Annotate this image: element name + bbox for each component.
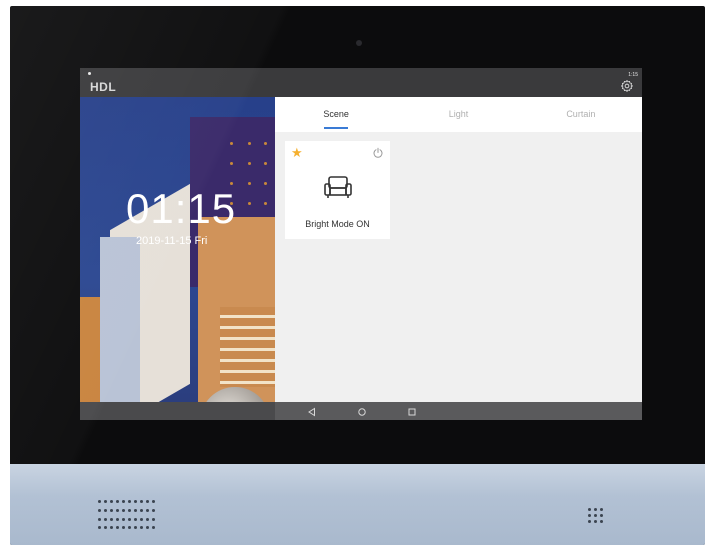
brand-logo: HDL: [90, 80, 117, 94]
tab-bar: Scene Light Curtain: [275, 97, 642, 132]
camera-icon: [356, 40, 362, 46]
tab-scene[interactable]: Scene: [275, 97, 397, 132]
scene-card[interactable]: ★ Bright Mode ON: [285, 141, 390, 239]
back-button[interactable]: [306, 405, 318, 417]
scene-label: Bright Mode ON: [305, 219, 370, 229]
microphone-icon: [588, 508, 604, 524]
tab-curtain[interactable]: Curtain: [520, 97, 642, 132]
star-icon[interactable]: ★: [291, 146, 303, 159]
notification-dot-icon: [88, 72, 91, 75]
sofa-icon: [323, 174, 353, 200]
back-triangle-icon: [308, 407, 315, 417]
recents-button[interactable]: [406, 405, 418, 417]
home-button[interactable]: [356, 405, 368, 417]
tab-light[interactable]: Light: [397, 97, 519, 132]
control-panel: Scene Light Curtain ★ Bright Mode ON: [275, 97, 642, 402]
home-date: 2019-11-15 Fri: [136, 235, 208, 247]
home-clock: 01:15: [126, 185, 237, 232]
status-time: 1:15: [628, 72, 638, 78]
device-bottom-panel: [10, 464, 705, 545]
status-bar: HDL 1:15: [80, 68, 642, 97]
speaker-grille-icon: [98, 500, 158, 532]
home-circle-icon: [358, 408, 366, 416]
power-icon: [373, 147, 383, 158]
home-wallpaper: 01:15 2019-11-15 Fri: [80, 97, 275, 402]
gear-icon: [621, 80, 633, 92]
navigation-bar: [80, 402, 642, 420]
power-button[interactable]: [372, 146, 384, 158]
touch-screen: HDL 1:15 01:15 2019-11-15 Fri Scene Ligh…: [80, 68, 642, 420]
recents-square-icon: [408, 408, 416, 416]
device-housing: HDL 1:15 01:15 2019-11-15 Fri Scene Ligh…: [10, 6, 705, 545]
settings-button[interactable]: [620, 79, 634, 93]
